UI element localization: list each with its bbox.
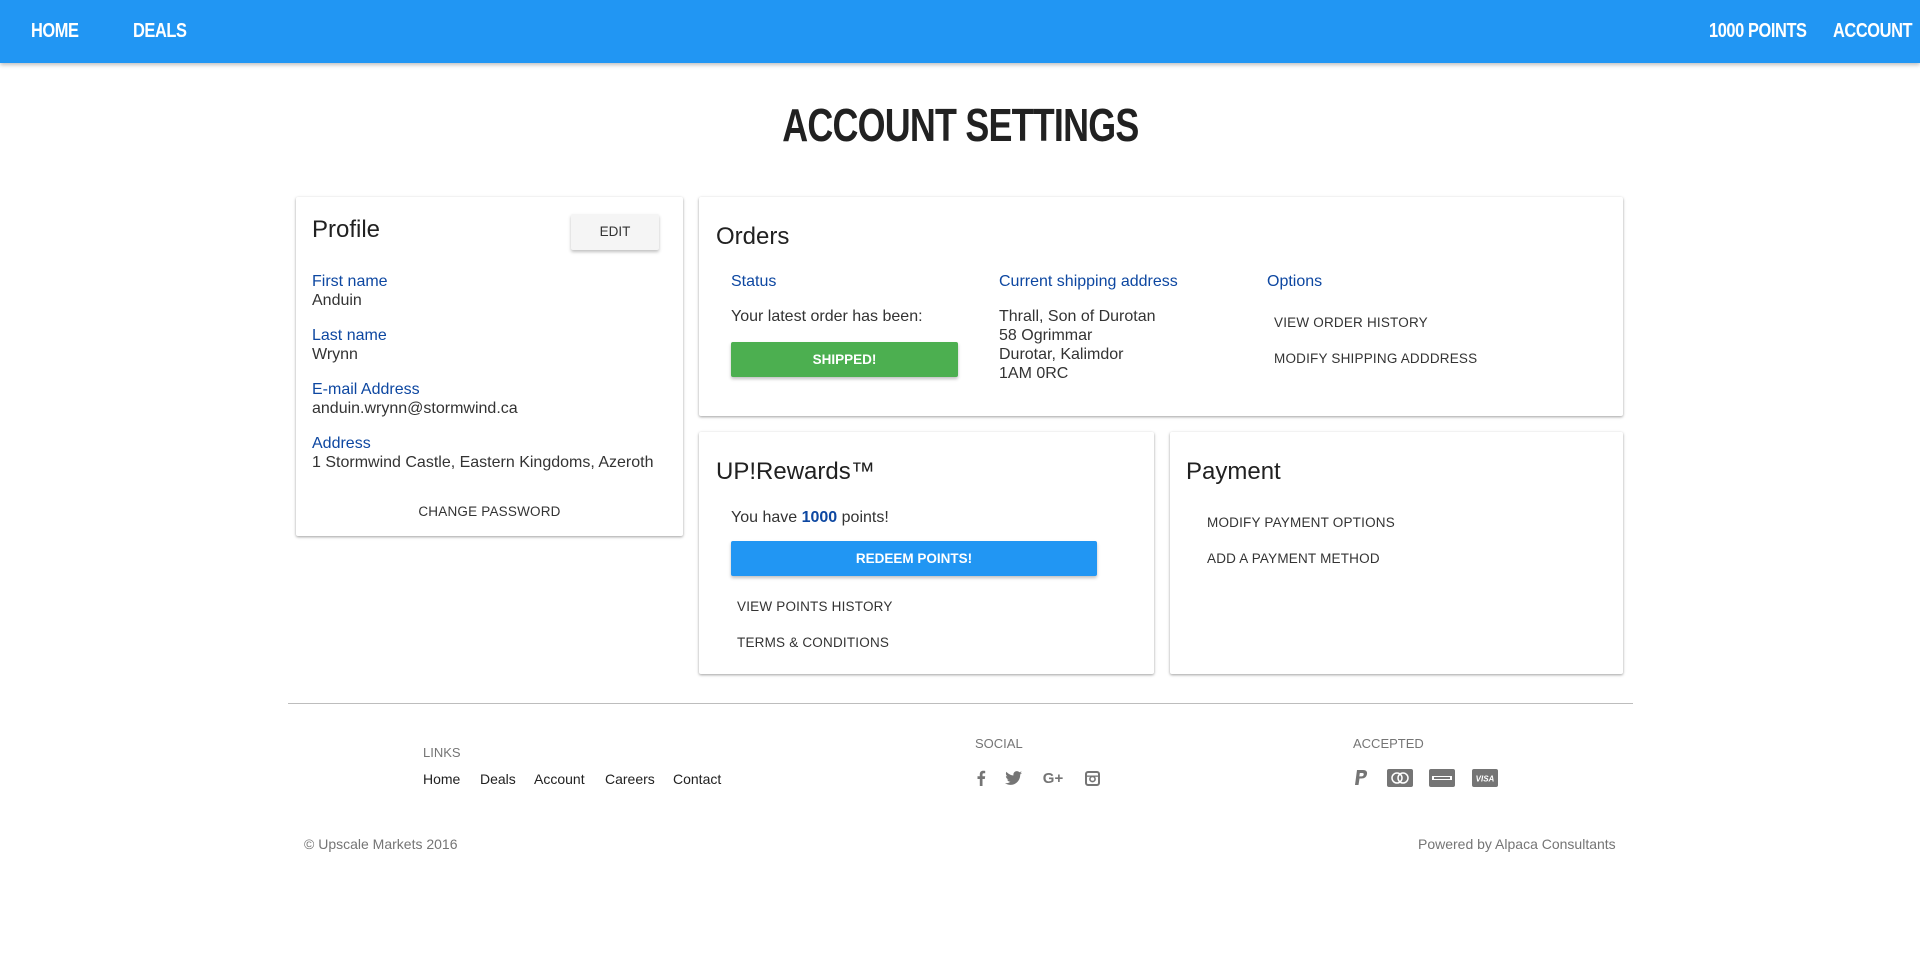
instagram-icon[interactable]	[1080, 767, 1104, 789]
modify-shipping-address-button[interactable]: MODIFY SHIPPING ADDDRESS	[1274, 351, 1477, 366]
footer-link-careers[interactable]: Careers	[605, 771, 655, 787]
payment-card: Payment MODIFY PAYMENT OPTIONS ADD A PAY…	[1170, 432, 1623, 674]
shipping-address-line: 58 Ogrimmar	[999, 327, 1093, 344]
points-suffix: points!	[841, 509, 889, 526]
change-password-button[interactable]: CHANGE PASSWORD	[296, 504, 683, 519]
order-status-label: Status	[731, 273, 777, 290]
twitter-icon[interactable]	[1001, 767, 1025, 789]
shipping-address-line: Durotar, Kalimdor	[999, 346, 1124, 363]
view-points-history-button[interactable]: VIEW POINTS HISTORY	[737, 599, 893, 614]
svg-text:VISA: VISA	[1476, 775, 1495, 784]
rewards-title: UP!Rewards™	[716, 458, 875, 485]
order-status-text: Your latest order has been:	[731, 308, 923, 325]
terms-conditions-button[interactable]: TERMS & CONDITIONS	[737, 635, 889, 650]
powered-by-text: Powered by Alpaca Consultants	[1418, 836, 1616, 852]
top-nav: HOME DEALS 1000 POINTS ACCOUNT	[0, 0, 1920, 63]
first-name-label: First name	[312, 273, 388, 290]
edit-profile-button[interactable]: EDIT	[571, 214, 659, 250]
footer-link-account[interactable]: Account	[534, 771, 585, 787]
redeem-points-button[interactable]: REDEEM POINTS!	[731, 541, 1097, 576]
points-prefix: You have	[731, 509, 798, 526]
visa-icon: VISA	[1472, 769, 1498, 787]
google-plus-icon[interactable]: G+	[1039, 767, 1067, 789]
orders-card: Orders Status Your latest order has been…	[699, 197, 1623, 416]
orders-title: Orders	[716, 223, 790, 250]
last-name-value: Wrynn	[312, 346, 358, 363]
profile-title: Profile	[312, 216, 381, 243]
shipping-address-label: Current shipping address	[999, 273, 1178, 290]
shipping-address-line: 1AM 0RC	[999, 365, 1069, 382]
address-label: Address	[312, 435, 371, 452]
shipping-address-line: Thrall, Son of Durotan	[999, 308, 1156, 325]
footer-social-heading: SOCIAL	[975, 736, 1023, 751]
shipped-status-badge: SHIPPED!	[731, 342, 958, 377]
view-order-history-button[interactable]: VIEW ORDER HISTORY	[1274, 315, 1428, 330]
rewards-card: UP!Rewards™ You have 1000 points! REDEEM…	[699, 432, 1154, 674]
paypal-icon	[1348, 769, 1374, 787]
points-value: 1000	[801, 509, 838, 526]
page-title: ACCOUNT SETTINGS	[781, 99, 1139, 151]
email-value: anduin.wrynn@stormwind.ca	[312, 400, 518, 417]
order-options-label: Options	[1267, 273, 1323, 290]
copyright-text: © Upscale Markets 2016	[304, 836, 458, 852]
mastercard-icon	[1387, 769, 1413, 787]
first-name-value: Anduin	[312, 292, 362, 309]
footer-links-heading: LINKS	[423, 745, 461, 760]
payment-title: Payment	[1186, 458, 1281, 485]
footer-link-contact[interactable]: Contact	[673, 771, 721, 787]
nav-deals-link[interactable]: DEALS	[133, 0, 187, 63]
nav-account-link[interactable]: ACCOUNT	[1833, 0, 1913, 63]
nav-points-link[interactable]: 1000 POINTS	[1709, 0, 1807, 63]
facebook-icon[interactable]	[969, 767, 993, 789]
modify-payment-options-button[interactable]: MODIFY PAYMENT OPTIONS	[1207, 515, 1395, 530]
footer-divider	[288, 703, 1633, 704]
amex-icon	[1429, 769, 1455, 787]
address-value: 1 Stormwind Castle, Eastern Kingdoms, Az…	[312, 454, 654, 471]
email-label: E-mail Address	[312, 381, 420, 398]
profile-card: Profile EDIT First name Anduin Last name…	[296, 197, 683, 536]
last-name-label: Last name	[312, 327, 387, 344]
footer-accepted-heading: ACCEPTED	[1353, 736, 1424, 751]
add-payment-method-button[interactable]: ADD A PAYMENT METHOD	[1207, 551, 1380, 566]
points-summary: You have 1000 points!	[731, 509, 889, 527]
nav-home-link[interactable]: HOME	[31, 0, 79, 63]
footer-link-deals[interactable]: Deals	[480, 771, 516, 787]
footer-link-home[interactable]: Home	[423, 771, 460, 787]
